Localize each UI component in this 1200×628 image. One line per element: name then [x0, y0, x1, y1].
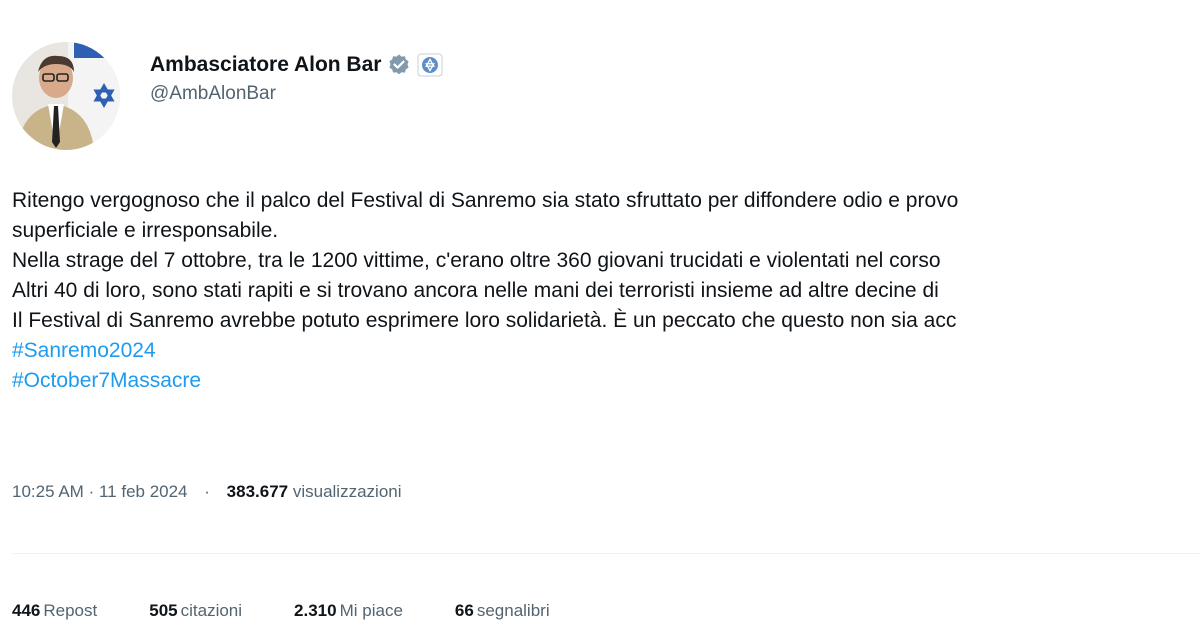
- stat-label: Mi piace: [339, 601, 403, 620]
- stat-count: 446: [12, 601, 41, 620]
- stat-count: 505: [149, 601, 178, 620]
- hashtag-link[interactable]: #Sanremo2024: [12, 336, 1200, 366]
- avatar-image: [12, 42, 120, 150]
- stat-count: 66: [454, 601, 474, 620]
- tweet-text-line: Nella strage del 7 ottobre, tra le 1200 …: [12, 249, 941, 272]
- views-count: 383.677: [226, 482, 289, 501]
- author-block: Ambasciatore Alon Bar @AmbAlonBar: [150, 50, 443, 105]
- quote-count-link[interactable]: 505 citazioni: [149, 601, 242, 621]
- views-label: visualizzazioni: [292, 482, 402, 501]
- stat-label: Repost: [43, 601, 98, 620]
- author-name-row: Ambasciatore Alon Bar: [150, 50, 443, 80]
- verified-badge-icon[interactable]: [387, 53, 411, 77]
- avatar[interactable]: [12, 42, 120, 150]
- tweet-time[interactable]: 10:25 AM: [12, 482, 84, 501]
- tweet-text: Ritengo vergognoso che il palco del Fest…: [12, 186, 1200, 396]
- author-handle[interactable]: @AmbAlonBar: [150, 83, 443, 105]
- tweet-text-line: Ritengo vergognoso che il palco del Fest…: [12, 189, 959, 212]
- stat-count: 2.310: [294, 601, 337, 620]
- tweet-text-line: Il Festival di Sanremo avrebbe potuto es…: [12, 309, 957, 332]
- stat-label: segnalibri: [476, 601, 550, 620]
- divider: [12, 553, 1200, 554]
- repost-count-link[interactable]: 446 Repost: [12, 601, 97, 621]
- like-count-link[interactable]: 2.310 Mi piace: [294, 601, 403, 621]
- government-affiliate-icon[interactable]: [417, 53, 443, 77]
- engagement-stats: 446 Repost 505 citazioni 2.310 Mi piace 66 s…: [12, 601, 602, 621]
- bookmark-count-link[interactable]: 66 segnalibri: [455, 601, 550, 621]
- tweet-date[interactable]: 11 feb 2024: [99, 482, 188, 501]
- tweet-text-line: superficiale e irresponsabile.: [12, 219, 279, 242]
- meta-separator: ·: [88, 482, 95, 501]
- hashtag-link[interactable]: #October7Massacre: [12, 366, 1200, 396]
- author-display-name[interactable]: Ambasciatore Alon Bar: [150, 53, 381, 77]
- meta-separator: ·: [204, 482, 210, 501]
- stat-label: citazioni: [180, 601, 243, 620]
- tweet-meta: 10:25 AM · 11 feb 2024 · 383.677 visuali…: [12, 482, 402, 502]
- tweet-text-line: Altri 40 di loro, sono stati rapiti e si…: [12, 279, 939, 302]
